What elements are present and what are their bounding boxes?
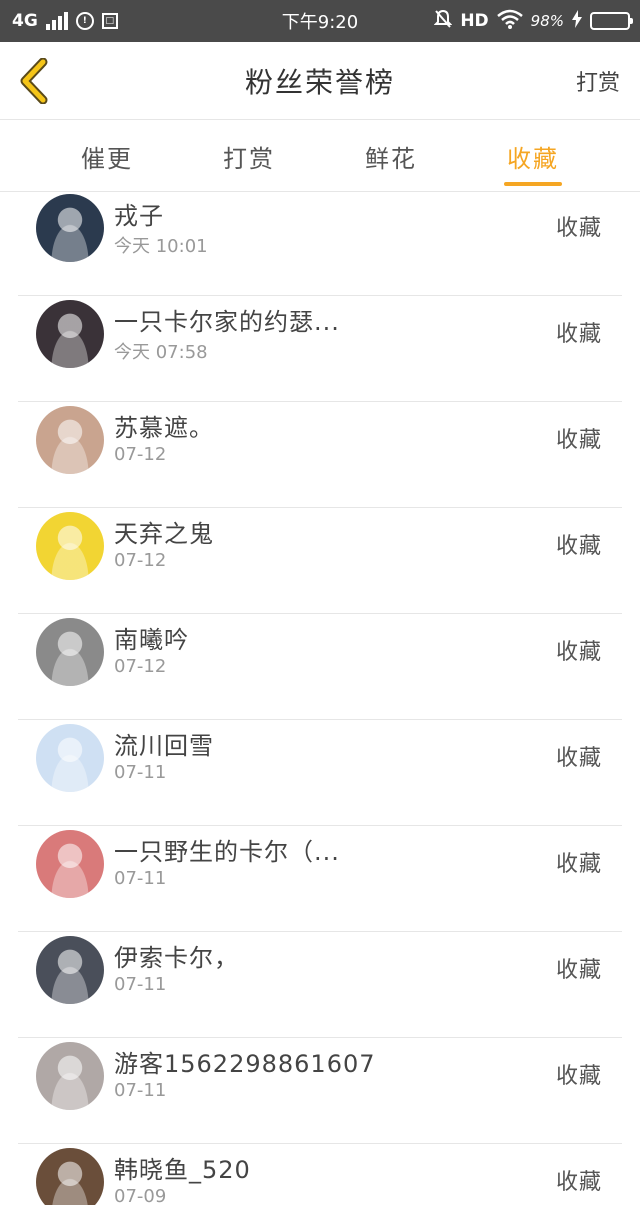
avatar-image xyxy=(36,1148,104,1205)
list-item[interactable]: 韩晓鱼_520 07-09 收藏 xyxy=(18,1144,622,1205)
avatar-image xyxy=(36,194,104,262)
wifi-icon xyxy=(496,9,523,34)
tab-flowers[interactable]: 鲜花 xyxy=(326,120,456,192)
action-label: 收藏 xyxy=(555,1064,602,1089)
signal-icon xyxy=(45,12,68,30)
avatar-image xyxy=(36,936,104,1004)
avatar[interactable] xyxy=(36,724,104,792)
status-square-icon: □ xyxy=(101,13,118,29)
list-item[interactable]: 南曦吟 07-12 收藏 xyxy=(18,614,622,720)
list-item[interactable]: 伊索卡尔， 07-11 收藏 xyxy=(18,932,622,1038)
timestamp: 07-11 xyxy=(114,868,167,889)
nav-bar: 粉丝荣誉榜 打赏 xyxy=(0,42,640,120)
tab-label: 收藏 xyxy=(507,144,559,173)
avatar[interactable] xyxy=(36,406,104,474)
user-name: 南曦吟 xyxy=(114,626,189,654)
action-label: 收藏 xyxy=(555,1170,602,1195)
mute-bell-icon xyxy=(433,9,453,34)
tab-label: 鲜花 xyxy=(365,144,417,173)
network-type: 4G xyxy=(12,11,38,31)
timestamp: 07-11 xyxy=(114,974,167,995)
user-name: 韩晓鱼_520 xyxy=(114,1156,251,1184)
list-item[interactable]: 天弃之鬼 07-12 收藏 xyxy=(18,508,622,614)
back-button[interactable] xyxy=(14,56,54,106)
timestamp: 07-11 xyxy=(114,762,167,783)
timestamp: 07-12 xyxy=(114,444,167,465)
avatar[interactable] xyxy=(36,830,104,898)
timestamp: 07-09 xyxy=(114,1186,167,1205)
user-name: 一只野生的卡尔（... xyxy=(114,838,340,866)
avatar-image xyxy=(36,406,104,474)
action-label: 收藏 xyxy=(555,746,602,771)
avatar[interactable] xyxy=(36,1148,104,1205)
avatar[interactable] xyxy=(36,936,104,1004)
chevron-left-icon xyxy=(20,58,48,104)
timestamp: 今天 10:01 xyxy=(114,236,208,257)
action-label: 收藏 xyxy=(555,322,602,347)
list-item[interactable]: 一只野生的卡尔（... 07-11 收藏 xyxy=(18,826,622,932)
list-item[interactable]: 流川回雪 07-11 收藏 xyxy=(18,720,622,826)
timestamp: 07-12 xyxy=(114,656,167,677)
user-name: 戎子 xyxy=(114,202,164,230)
active-tab-indicator xyxy=(504,182,562,186)
avatar-image xyxy=(36,512,104,580)
user-name: 流川回雪 xyxy=(114,732,214,760)
avatar[interactable] xyxy=(36,194,104,262)
user-name: 一只卡尔家的约瑟... xyxy=(114,308,340,336)
fan-list: 戎子 今天 10:01 收藏 一只卡尔家的约瑟... 今天 07:58 收藏 苏慕遮。 07-… xyxy=(0,192,640,1205)
tab-label: 催更 xyxy=(81,144,133,173)
avatar[interactable] xyxy=(36,618,104,686)
avatar-image xyxy=(36,300,104,368)
avatar[interactable] xyxy=(36,300,104,368)
charging-icon xyxy=(572,9,582,33)
action-label: 收藏 xyxy=(555,428,602,453)
action-label: 收藏 xyxy=(555,852,602,877)
user-name: 游客1562298861607 xyxy=(114,1050,376,1078)
tab-reward[interactable]: 打赏 xyxy=(184,120,314,192)
tab-bar: 催更 打赏 鲜花 收藏 xyxy=(0,120,640,192)
reward-button[interactable]: 打赏 xyxy=(576,42,620,120)
user-name: 天弃之鬼 xyxy=(114,520,214,548)
list-item[interactable]: 游客1562298861607 07-11 收藏 xyxy=(18,1038,622,1144)
avatar-image xyxy=(36,830,104,898)
action-label: 收藏 xyxy=(555,958,602,983)
battery-icon xyxy=(590,12,633,30)
battery-percent: 98% xyxy=(530,12,564,30)
avatar[interactable] xyxy=(36,512,104,580)
avatar-image xyxy=(36,724,104,792)
action-label: 收藏 xyxy=(555,216,602,241)
status-bar: 4G ! □ 下午9:20 HD 98% xyxy=(0,0,640,42)
avatar-image xyxy=(36,1042,104,1110)
action-label: 收藏 xyxy=(555,534,602,559)
tab-label: 打赏 xyxy=(223,144,275,173)
tab-favorites[interactable]: 收藏 xyxy=(468,120,598,192)
avatar-image xyxy=(36,618,104,686)
list-item[interactable]: 戎子今天 10:01 收藏 xyxy=(18,192,622,296)
timestamp: 07-12 xyxy=(114,550,167,571)
status-circle-icon: ! xyxy=(75,12,94,30)
status-right: HD 98% xyxy=(433,0,633,42)
timestamp: 07-11 xyxy=(114,1080,167,1101)
user-name: 苏慕遮。 xyxy=(114,414,214,442)
user-name: 伊索卡尔， xyxy=(114,944,239,972)
avatar[interactable] xyxy=(36,1042,104,1110)
action-label: 收藏 xyxy=(555,640,602,665)
list-item[interactable]: 苏慕遮。 07-12 收藏 xyxy=(18,402,622,508)
status-left: 4G ! □ xyxy=(12,0,118,42)
hd-indicator: HD xyxy=(460,11,489,31)
list-item[interactable]: 一只卡尔家的约瑟... 今天 07:58 收藏 xyxy=(18,296,622,402)
tab-urge-update[interactable]: 催更 xyxy=(42,120,172,192)
timestamp: 今天 07:58 xyxy=(114,342,208,363)
page-title: 粉丝荣誉榜 xyxy=(244,66,395,99)
